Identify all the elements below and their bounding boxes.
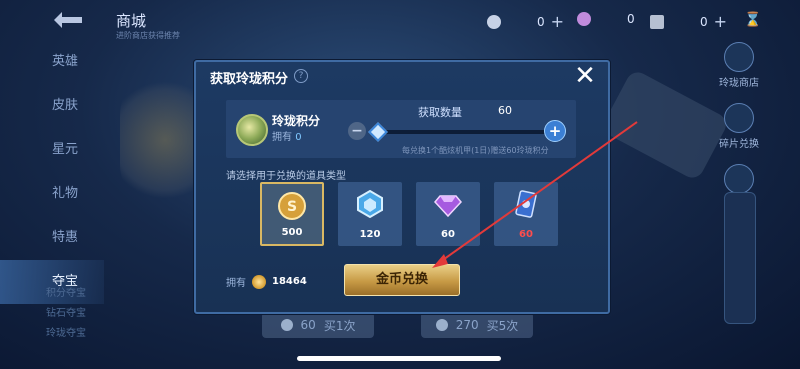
sidebar-item-stars[interactable]: 星元 <box>0 128 104 172</box>
sidebar-item-skins[interactable]: 皮肤 <box>0 84 104 128</box>
treasure-subnav: 积分夺宝 钻石夺宝 玲珑夺宝 <box>46 284 86 344</box>
diamond-icon <box>434 195 462 218</box>
fragment-exchange-link[interactable]: 碎片兑换 <box>718 135 760 150</box>
decrease-button[interactable]: − <box>348 122 366 140</box>
card-icon <box>515 190 537 218</box>
item-price: 60 <box>519 229 533 240</box>
currency-coupon: 0 + <box>487 12 564 31</box>
currency-diamond: 0 <box>577 12 635 26</box>
exchange-note: 每兑换1个酷炫机甲(1日)赠送60玲珑积分 <box>402 146 549 155</box>
back-arrow-icon[interactable] <box>52 8 84 28</box>
owned-value: 0 <box>295 132 302 143</box>
quantity-slider[interactable] <box>368 122 556 142</box>
subnav-item-diamond[interactable]: 钻石夺宝 <box>46 304 86 324</box>
item-strip <box>724 192 756 324</box>
buy-once-price: 60 <box>300 318 316 332</box>
points-owned: 拥有 0 <box>272 128 302 143</box>
svg-text:S: S <box>287 199 297 215</box>
subnav-item-linglong[interactable]: 玲珑夺宝 <box>46 324 86 344</box>
buy-once-label: 买1次 <box>323 318 356 333</box>
item-price: 500 <box>281 227 303 238</box>
increase-button[interactable]: + <box>544 120 566 142</box>
sidebar-item-deals[interactable]: 特惠 <box>0 216 104 260</box>
diamond-icon <box>577 12 591 26</box>
category-sidebar: 英雄 皮肤 星元 礼物 特惠 夺宝 <box>0 40 104 304</box>
currency-card: 0 + <box>650 12 727 31</box>
item-option-diamond[interactable]: 60 <box>416 182 480 246</box>
choose-label: 请选择用于兑换的道具类型 <box>226 171 346 182</box>
subnav-item-points[interactable]: 积分夺宝 <box>46 284 86 304</box>
points-name: 玲珑积分 <box>272 114 321 128</box>
home-indicator <box>297 356 501 361</box>
add-card-button[interactable]: + <box>714 12 727 31</box>
coupon-icon <box>435 319 448 331</box>
slider-handle[interactable] <box>368 122 388 142</box>
currency-value: 0 <box>537 14 545 29</box>
quantity-label: 获取数量 <box>418 106 462 119</box>
buy-five-price: 270 <box>455 318 479 332</box>
coupon-icon <box>357 190 383 218</box>
buy-five-button[interactable]: 270 买5次 <box>421 312 533 338</box>
item-type-list: S 500 120 60 60 <box>260 182 558 246</box>
gold-owned-value: 18464 <box>272 276 307 287</box>
owned-label: 拥有 <box>272 132 292 143</box>
page-subtitle: 进阶商店获得推荐 <box>116 31 180 40</box>
item-price: 120 <box>359 229 381 240</box>
help-icon[interactable]: ? <box>294 69 308 83</box>
page-title: 商城 <box>116 12 147 30</box>
dialog-title: 获取玲珑积分 <box>210 72 289 87</box>
currency-value: 0 <box>627 12 635 26</box>
buy-once-button[interactable]: 60 买1次 <box>262 312 374 338</box>
gold-owned: 拥有 18464 <box>226 274 307 289</box>
exchange-dialog: 获取玲珑积分 ? ✕ 玲珑积分 拥有 0 获取数量 60 − + 每兑换1个酷炫… <box>194 60 610 314</box>
sidebar-item-gifts[interactable]: 礼物 <box>0 172 104 216</box>
points-panel: 玲珑积分 拥有 0 获取数量 60 − + 每兑换1个酷炫机甲(1日)赠送60玲… <box>226 100 576 158</box>
card-icon <box>650 14 664 29</box>
item-option-gold[interactable]: S 500 <box>260 182 324 246</box>
item-price: 60 <box>441 229 455 240</box>
quantity-value: 60 <box>498 104 512 117</box>
add-coupon-button[interactable]: + <box>551 12 564 31</box>
linglong-shop-link[interactable]: 玲珑商店 <box>718 74 760 89</box>
hourglass-icon: ⌛ <box>744 12 762 28</box>
gold-coin-icon <box>252 274 266 289</box>
trophy-icon[interactable] <box>724 164 754 194</box>
fragment-icon[interactable] <box>724 103 754 133</box>
currency-value: 0 <box>700 14 708 29</box>
close-button[interactable]: ✕ <box>572 63 598 90</box>
item-option-card[interactable]: 60 <box>494 182 558 246</box>
background-ornament <box>600 68 730 182</box>
gold-exchange-button[interactable]: 金币兑换 <box>344 264 460 296</box>
shop-icon[interactable] <box>724 42 754 72</box>
item-option-coupon[interactable]: 120 <box>338 182 402 246</box>
linglong-points-icon <box>236 114 268 146</box>
gold-coin-icon: S <box>278 192 306 220</box>
gold-owned-label: 拥有 <box>226 278 246 289</box>
buy-five-label: 买5次 <box>486 318 519 333</box>
coupon-icon <box>280 319 293 331</box>
coupon-icon <box>487 14 501 29</box>
sidebar-item-heroes[interactable]: 英雄 <box>0 40 104 84</box>
